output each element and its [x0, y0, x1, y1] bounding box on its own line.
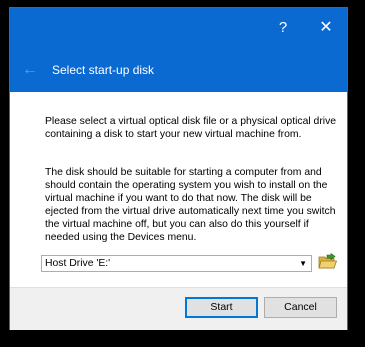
wizard-content: Please select a virtual optical disk fil…: [10, 92, 347, 287]
start-up-disk-dialog: ? ✕ ← Select start-up disk Please select…: [9, 7, 348, 330]
disk-select-dropdown[interactable]: Host Drive 'E:' ▼: [41, 255, 312, 272]
choose-disk-file-button[interactable]: [318, 252, 338, 272]
close-button[interactable]: ✕: [313, 16, 339, 40]
back-arrow-icon[interactable]: ←: [20, 60, 40, 80]
disk-select-value: Host Drive 'E:': [45, 258, 111, 269]
cancel-button[interactable]: Cancel: [264, 297, 337, 318]
help-button[interactable]: ?: [270, 16, 296, 40]
dialog-footer: Start Cancel: [10, 287, 347, 330]
page-title: Select start-up disk: [52, 63, 155, 77]
wizard-header: ← Select start-up disk: [10, 48, 347, 92]
description-text: The disk should be suitable for starting…: [45, 167, 336, 243]
start-button[interactable]: Start: [185, 297, 258, 318]
title-bar: ? ✕: [10, 8, 347, 48]
dropdown-arrow-icon[interactable]: ▼: [299, 257, 307, 270]
folder-open-icon: [318, 252, 338, 269]
instruction-text: Please select a virtual optical disk fil…: [45, 116, 337, 140]
